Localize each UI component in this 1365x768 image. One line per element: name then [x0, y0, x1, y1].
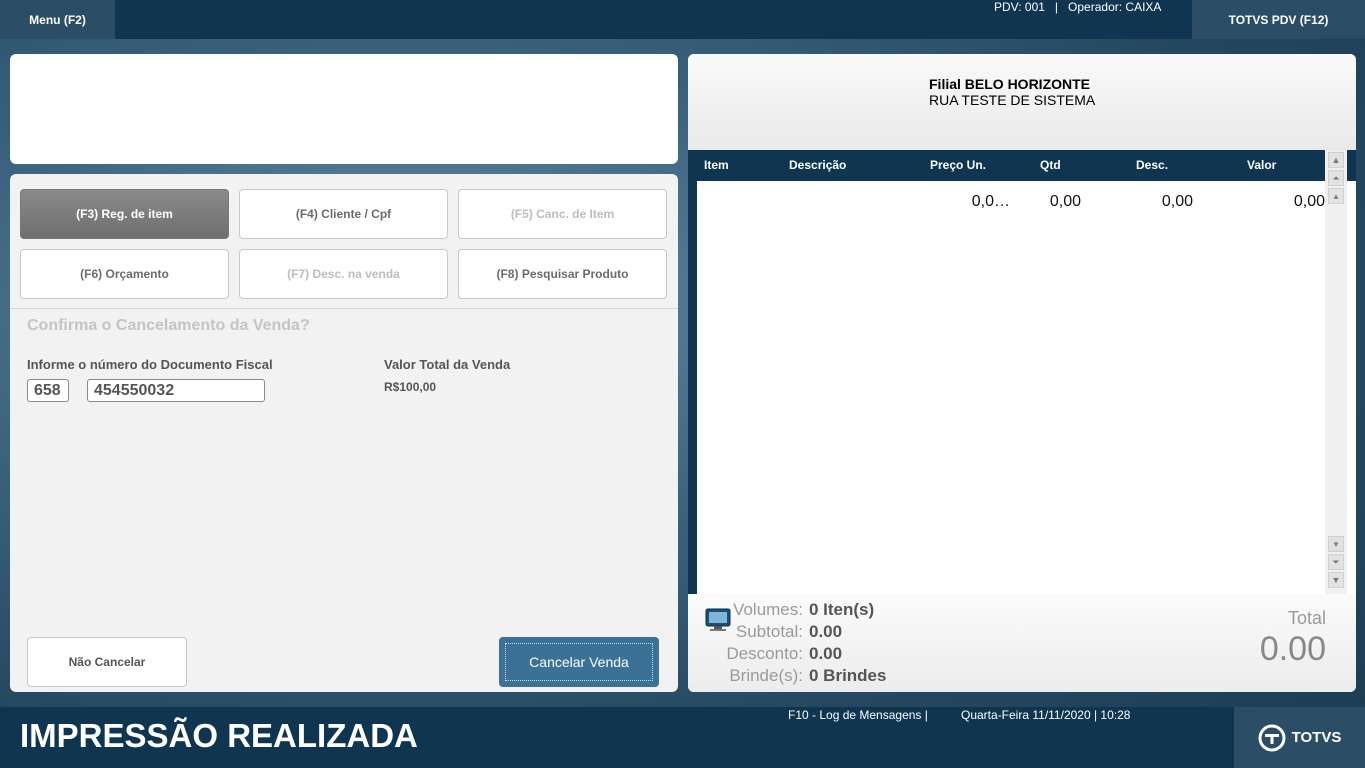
row-valor: 0,00	[1293, 193, 1325, 210]
date-time: Quarta-Feira 11/11/2020 | 10:28	[961, 708, 1131, 722]
cancelar-venda-button[interactable]: Cancelar Venda	[499, 637, 659, 687]
pesquisar-produto-button[interactable]: (F8) Pesquisar Produto	[458, 249, 667, 299]
scroll-up-icon[interactable]: ▴	[1328, 188, 1344, 204]
subtotal-value: 0.00	[809, 622, 843, 641]
col-descricao: Descrição	[789, 158, 847, 172]
canc-item-button[interactable]: (F5) Canc. de Item	[458, 189, 667, 239]
volumes-label: Volumes:	[733, 600, 803, 619]
separator: |	[1054, 0, 1059, 14]
col-preco: Preço Un.	[930, 158, 987, 172]
sale-summary: Volumes: 0 Iten(s) Subtotal: 0.00 Descon…	[688, 594, 1356, 692]
branch-info: Filial BELO HORIZONTE RUA TESTE DE SISTE…	[929, 76, 1095, 108]
subtotal-label: Subtotal:	[735, 622, 803, 641]
nao-cancelar-button[interactable]: Não Cancelar	[27, 637, 187, 687]
totvs-pdv-button[interactable]: TOTVS PDV (F12)	[1192, 0, 1365, 39]
receipt-panel: Filial BELO HORIZONTE RUA TESTE DE SISTE…	[688, 54, 1356, 692]
top-bar: Menu (F2) PDV: 001 | Operador: CAIXA TOTVS…	[0, 0, 1365, 39]
status-bar: IMPRESSÃO REALIZADA F10 - Log de Mensage…	[0, 707, 1365, 768]
scroll-bottom-icon[interactable]: ▼	[1328, 572, 1344, 588]
operator-label: Operador: CAIXA	[1068, 0, 1162, 14]
table-left-border	[688, 181, 697, 594]
scroll-page-up-icon[interactable]: ⏶	[1328, 170, 1344, 186]
confirm-cancel-title: Confirma o Cancelamento da Venda?	[27, 317, 310, 334]
total-value: 0.00	[1259, 630, 1326, 668]
brindes-label: Brinde(s):	[729, 666, 803, 685]
branch-prefix: Filial	[929, 76, 961, 92]
doc-number-input[interactable]: 454550032	[87, 379, 265, 402]
status-message: IMPRESSÃO REALIZADA	[20, 717, 418, 754]
scroll-page-down-icon[interactable]: ⏷	[1328, 554, 1344, 570]
row-qtd: 0,00	[1049, 193, 1081, 210]
pdv-label: PDV: 001	[994, 0, 1045, 14]
total-venda-value: R$100,00	[384, 380, 437, 394]
items-table-header: Item Descrição Preço Un. Qtd Desc. Valor	[688, 150, 1356, 181]
total-venda-label: Valor Total da Venda	[384, 357, 511, 372]
log-messages-link[interactable]: F10 - Log de Mensagens |	[788, 708, 928, 722]
volumes-value: 0 Iten(s)	[809, 600, 875, 619]
total-label: Total	[1287, 608, 1326, 628]
col-qtd: Qtd	[1040, 158, 1061, 172]
brindes-value: 0 Brindes	[809, 666, 887, 685]
cliente-cpf-button[interactable]: (F4) Cliente / Cpf	[239, 189, 448, 239]
orcamento-button[interactable]: (F6) Orçamento	[20, 249, 229, 299]
product-display-panel	[10, 54, 678, 164]
scroll-down-icon[interactable]: ▾	[1328, 536, 1344, 552]
cancelar-venda-label: Cancelar Venda	[505, 643, 653, 681]
row-desc: 0,00	[1161, 193, 1193, 210]
totvs-logo: TOTVS	[1234, 707, 1365, 768]
branch-address: RUA TESTE DE SISTEMA	[929, 92, 1096, 108]
menu-button[interactable]: Menu (F2)	[0, 0, 115, 39]
monitor-icon	[705, 608, 731, 631]
doc-fiscal-label: Informe o número do Documento Fiscal	[27, 357, 273, 372]
serie-input[interactable]: 658	[27, 379, 69, 402]
totvs-logo-text: TOTVS	[1291, 729, 1342, 746]
divider	[10, 308, 678, 309]
operation-panel: (F3) Reg. de item (F4) Cliente / Cpf (F5…	[10, 174, 678, 692]
receipt-header: Filial BELO HORIZONTE RUA TESTE DE SISTE…	[688, 54, 1356, 150]
col-item: Item	[704, 158, 729, 172]
desconto-label: Desconto:	[726, 644, 803, 663]
branch-name: BELO HORIZONTE	[964, 76, 1091, 92]
session-info: PDV: 001 | Operador: CAIXA	[994, 0, 1161, 14]
desconto-value: 0.00	[809, 644, 843, 663]
items-scrollbar[interactable]: ▲ ⏶ ▴ ▾ ⏷ ▼	[1325, 150, 1347, 594]
col-desc: Desc.	[1136, 158, 1169, 172]
row-preco: 0,0…	[971, 193, 1010, 210]
reg-item-button[interactable]: (F3) Reg. de item	[20, 189, 229, 239]
desc-venda-button[interactable]: (F7) Desc. na venda	[239, 249, 448, 299]
scroll-top-icon[interactable]: ▲	[1328, 152, 1344, 168]
totvs-logo-icon	[1258, 724, 1286, 751]
col-valor: Valor	[1247, 158, 1277, 172]
